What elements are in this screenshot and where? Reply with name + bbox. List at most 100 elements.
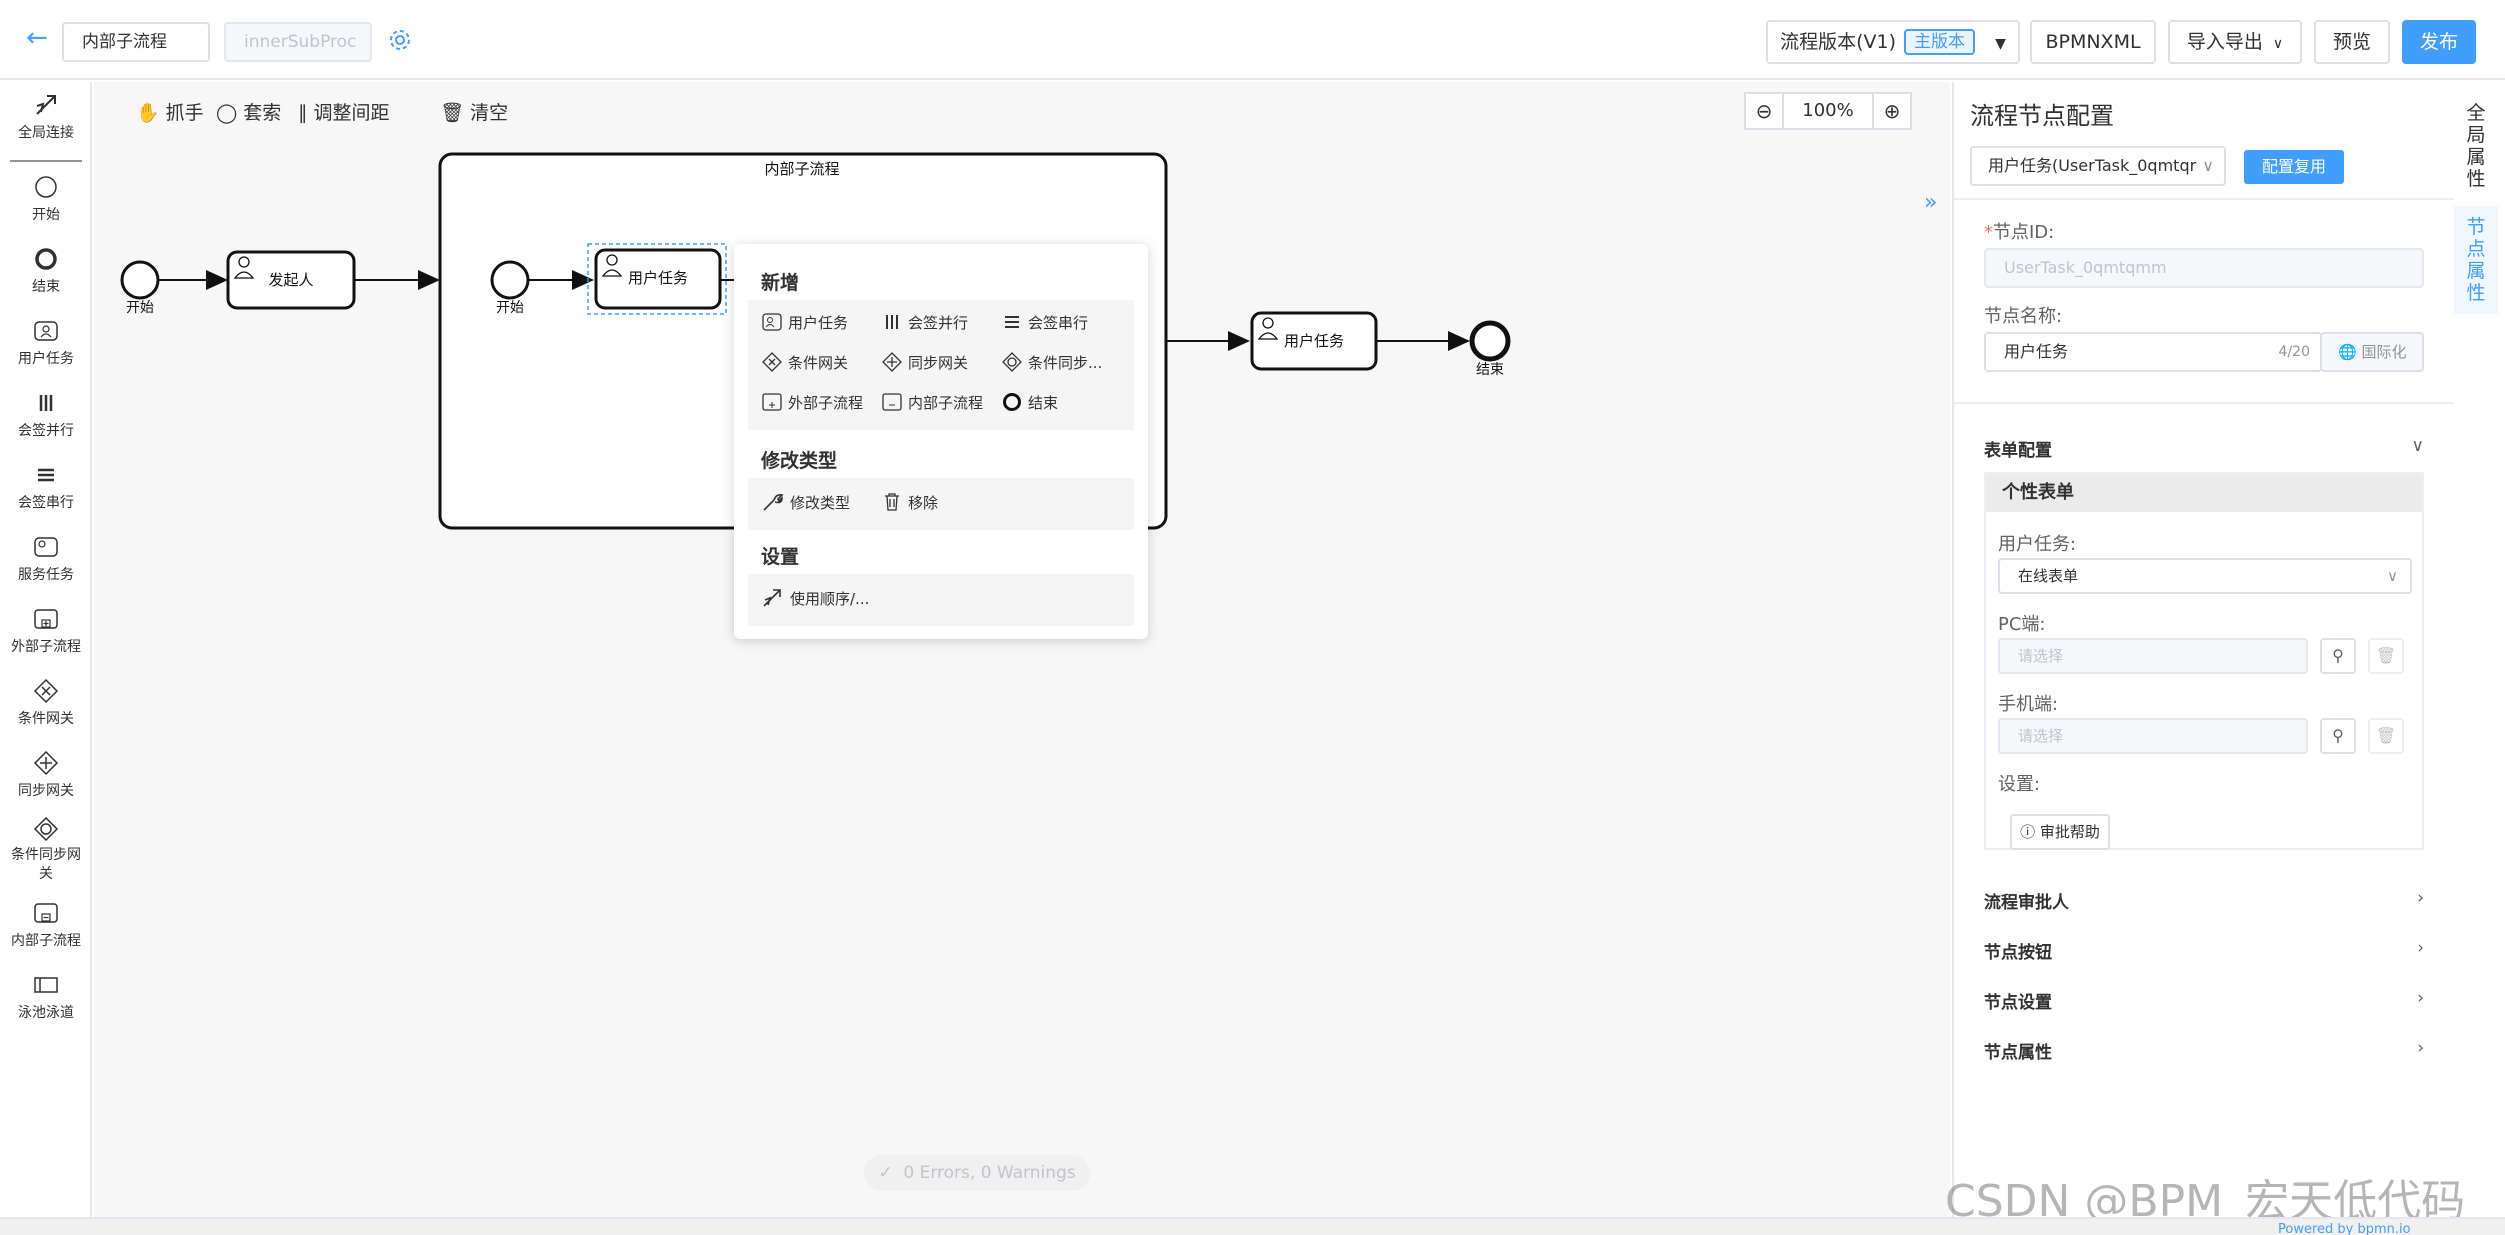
gear-icon[interactable] (388, 28, 412, 52)
add-inclusive-gateway[interactable]: 条件同步... (1002, 352, 1102, 373)
process-name-input[interactable]: 内部子流程 (62, 22, 210, 62)
node-settings-section[interactable]: 节点设置 › (1984, 988, 2424, 1013)
property-tabs: 全局属性 节点属性 (2454, 82, 2505, 1217)
palette-label: 条件网关 (18, 711, 74, 727)
search-icon[interactable]: ⚲ (2320, 718, 2356, 754)
add-parallel-multi[interactable]: 会签并行 (882, 312, 968, 333)
palette-start[interactable]: 开始 (0, 174, 92, 224)
change-type-label: 修改类型 (790, 494, 851, 512)
add-sequential-multi[interactable]: 会签串行 (1002, 312, 1088, 333)
add-end-event-label: 结束 (1028, 394, 1059, 412)
approval-help-button[interactable]: ⓘ 审批帮助 (2010, 814, 2110, 850)
remove-element[interactable]: 移除 (882, 492, 938, 513)
publish-button[interactable]: 发布 (2402, 20, 2476, 64)
palette-exclusive-gateway[interactable]: 条件网关 (0, 678, 92, 728)
node-buttons-title: 节点按钮 (1984, 943, 2052, 963)
parallel-multi-icon (39, 395, 53, 411)
trash-icon[interactable]: 🗑 (2368, 638, 2404, 674)
wrench-icon (763, 494, 784, 511)
pc-form-label: PC端: (1998, 614, 2046, 635)
search-icon[interactable]: ⚲ (2320, 638, 2356, 674)
palette-parallel-multi[interactable]: 会签并行 (0, 390, 92, 440)
user-task-icon (34, 321, 58, 341)
inner-start-label: 开始 (496, 300, 524, 316)
double-chevron-right-icon[interactable]: » (1924, 190, 1937, 215)
bottom-bar (0, 1217, 2505, 1235)
inclusive-gateway-icon (1002, 352, 1022, 372)
palette-end[interactable]: 结束 (0, 246, 92, 296)
chevron-down-icon: ∨ (2272, 36, 2284, 52)
add-user-task[interactable]: 用户任务 (762, 312, 848, 333)
settings-label: 设置: (1998, 774, 2041, 795)
version-dropdown[interactable]: 流程版本(V1) 主版本 ▼ (1766, 20, 2020, 64)
palette-service-task[interactable]: 服务任务 (0, 534, 92, 584)
import-export-button[interactable]: 导入导出 ∨ (2168, 20, 2302, 64)
change-type[interactable]: 修改类型 (762, 492, 850, 513)
form-type-value: 在线表单 (2018, 567, 2079, 585)
form-config-section[interactable]: 表单配置 ∨ (1984, 436, 2424, 461)
chevron-right-icon: › (2417, 1038, 2424, 1058)
node-select[interactable]: 用户任务(UserTask_0qmtqr ∨ (1970, 146, 2226, 186)
trash-icon[interactable]: 🗑 (2368, 718, 2404, 754)
initiator-task-label: 发起人 (268, 271, 313, 289)
add-external-subprocess[interactable]: 外部子流程 (762, 392, 863, 413)
add-inner-subprocess[interactable]: 内部子流程 (882, 392, 983, 413)
form-type-select[interactable]: 在线表单 ∨ (1998, 558, 2412, 594)
node-id-label: *节点ID: (1984, 222, 2055, 243)
chevron-down-icon: ∨ (2387, 567, 2398, 585)
start-event[interactable] (120, 260, 160, 300)
mobile-form-label: 手机端: (1998, 694, 2059, 715)
lint-status-text: 0 Errors, 0 Warnings (903, 1163, 1076, 1183)
top-bar: ← 内部子流程 innerSubProc 流程版本(V1) 主版本 ▼ BPMNX… (0, 0, 2505, 80)
add-parallel-gateway[interactable]: 同步网关 (882, 352, 968, 373)
node-name-input[interactable]: 用户任务 4/20 (1984, 332, 2322, 372)
add-end-event[interactable]: 结束 (1002, 392, 1058, 413)
palette-sequential-multi[interactable]: 会签串行 (0, 462, 92, 512)
palette-parallel-gateway[interactable]: 同步网关 (0, 750, 92, 800)
palette-global-connect[interactable]: 全局连接 (0, 92, 92, 142)
tab-global-properties[interactable]: 全局属性 (2454, 100, 2498, 196)
bpmn-canvas[interactable]: ✋ 抓手 ◯ 套索 ∥ 调整间距 🗑 清空 ⊖ 100% ⊕ 开始 发起人 内部… (94, 82, 1950, 1217)
palette-label: 泳池泳道 (18, 1005, 74, 1021)
outer-user-task-label: 用户任务 (1284, 332, 1344, 350)
palette-label: 开始 (32, 207, 60, 223)
sequence-setting[interactable]: 使用顺序/... (762, 588, 869, 609)
check-icon: ✓ (878, 1163, 893, 1183)
i18n-button[interactable]: 🌐 国际化 (2320, 332, 2424, 372)
palette-user-task[interactable]: 用户任务 (0, 318, 92, 368)
palette-external-subprocess[interactable]: 外部子流程 (0, 606, 92, 656)
end-event[interactable] (1469, 320, 1511, 362)
config-reuse-button[interactable]: 配置复用 (2244, 150, 2344, 184)
approver-section-title: 流程审批人 (1984, 893, 2069, 913)
palette-inclusive-gateway[interactable]: 条件同步网关 (0, 816, 92, 884)
exclusive-gateway-icon (33, 678, 59, 704)
user-task-icon (762, 313, 782, 331)
approval-help-label: 审批帮助 (2039, 823, 2100, 841)
node-buttons-section[interactable]: 节点按钮 › (1984, 938, 2424, 963)
preview-button[interactable]: 预览 (2314, 20, 2390, 64)
exclusive-gateway-icon (762, 352, 782, 372)
end-event-icon (1003, 393, 1021, 411)
question-icon: ⓘ (2020, 823, 2036, 841)
bpmn-xml-button[interactable]: BPMNXML (2030, 20, 2156, 64)
palette-pool-lane[interactable]: 泳池泳道 (0, 972, 92, 1022)
add-parallel-gateway-label: 同步网关 (908, 354, 969, 372)
arrow-left-icon[interactable]: ← (26, 24, 54, 52)
external-subprocess-icon (762, 393, 782, 411)
add-parallel-multi-label: 会签并行 (908, 314, 969, 332)
powered-by-link[interactable]: Powered by bpmn.io (2278, 1222, 2411, 1235)
pc-form-input[interactable]: 请选择 (1998, 638, 2308, 674)
add-exclusive-gateway[interactable]: 条件网关 (762, 352, 848, 373)
approver-section[interactable]: 流程审批人 › (1984, 888, 2424, 913)
parallel-multi-icon (886, 315, 898, 329)
add-group: 用户任务 会签并行 会签串行 条件网关 同步网关 条件同步... 外部子流程 内… (748, 300, 1134, 430)
tab-node-properties[interactable]: 节点属性 (2454, 206, 2498, 314)
mobile-form-input[interactable]: 请选择 (1998, 718, 2308, 754)
lint-status[interactable]: ✓ 0 Errors, 0 Warnings (864, 1155, 1090, 1191)
modify-group: 修改类型 移除 (748, 478, 1134, 530)
modify-section-title: 修改类型 (761, 450, 838, 472)
palette-inner-subprocess[interactable]: 内部子流程 (0, 900, 92, 950)
start-event-label: 开始 (126, 300, 154, 316)
node-attributes-section[interactable]: 节点属性 › (1984, 1038, 2424, 1063)
inner-start-event[interactable] (490, 260, 530, 300)
